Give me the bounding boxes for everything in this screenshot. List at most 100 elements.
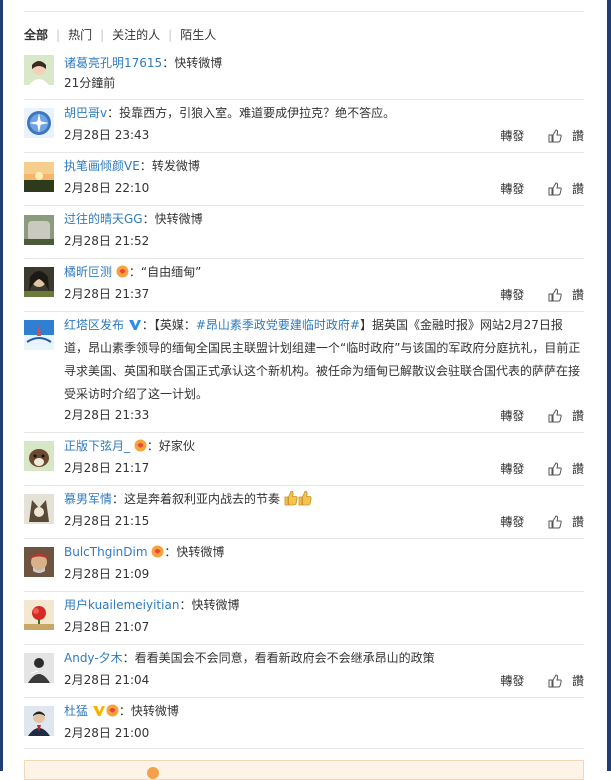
comment-actions: 轉發 讚 bbox=[500, 178, 584, 199]
thumbs-up-emoji-icon bbox=[284, 491, 298, 506]
comment-time: 21分鐘前 bbox=[64, 76, 116, 90]
verified-v-icon bbox=[128, 320, 141, 330]
comment-item: 诸葛亮孔明17615：快转微博 21分鐘前 bbox=[24, 52, 584, 100]
avatar[interactable] bbox=[24, 162, 54, 192]
comment-username[interactable]: 红塔区发布 bbox=[64, 318, 124, 332]
forward-button[interactable]: 轉發 bbox=[500, 671, 524, 691]
like-icon[interactable] bbox=[548, 461, 562, 476]
comment-separator: ： bbox=[164, 545, 177, 559]
forward-button[interactable]: 轉發 bbox=[500, 285, 524, 305]
reply-button[interactable]: 讚 bbox=[572, 126, 584, 146]
avatar[interactable] bbox=[24, 547, 54, 577]
comment-actions: 轉發 讚 bbox=[500, 458, 584, 479]
comment-username[interactable]: BulcThginDim bbox=[64, 545, 148, 559]
forward-button[interactable]: 轉發 bbox=[500, 512, 524, 532]
comment-time: 2月28日 21:04 bbox=[64, 673, 150, 687]
fan-badge-icon bbox=[151, 545, 164, 558]
comment-separator: ： bbox=[112, 492, 125, 506]
comment-text: 转发微博 bbox=[151, 159, 200, 173]
comment-username[interactable]: 橘昕叵测 bbox=[64, 265, 112, 279]
comment-time: 2月28日 23:43 bbox=[64, 128, 150, 142]
comment-text: 这是奔着叙利亚内战去的节奏 bbox=[124, 492, 281, 506]
comment-item: 用户kuailemeiyitian：快转微博 2月28日 21:07 bbox=[24, 593, 584, 645]
avatar[interactable] bbox=[24, 494, 54, 524]
tab-following[interactable]: 关注的人 bbox=[112, 26, 160, 43]
like-icon[interactable] bbox=[548, 514, 562, 529]
tab-separator: | bbox=[168, 27, 173, 42]
like-icon[interactable] bbox=[548, 181, 562, 196]
comment-username[interactable]: 执笔画倾颜VE bbox=[64, 159, 140, 173]
avatar[interactable] bbox=[24, 108, 54, 138]
comment-actions: 轉發 讚 bbox=[500, 125, 584, 146]
comment-text: 投靠西方，引狼入室。难道要成伊拉克？绝不答应。 bbox=[119, 106, 396, 120]
like-icon[interactable] bbox=[548, 128, 562, 143]
comment-actions: 轉發 讚 bbox=[500, 405, 584, 426]
left-frame bbox=[0, 0, 3, 771]
comment-item: 胡巴哥v：投靠西方，引狼入室。难道要成伊拉克？绝不答应。 2月28日 23:43… bbox=[24, 101, 584, 153]
comment-username[interactable]: 过往的晴天GG bbox=[64, 212, 143, 226]
reply-button[interactable]: 讚 bbox=[572, 459, 584, 479]
tab-all[interactable]: 全部 bbox=[24, 26, 48, 43]
comment-username[interactable]: Andy-夕木 bbox=[64, 651, 123, 665]
comment-text-prefix: 【英媒： bbox=[153, 318, 196, 332]
fan-badge-icon bbox=[106, 704, 119, 717]
comment-item: 慕男军情：这是奔着叙利亚内战去的节奏 2月28日 21:15 轉發 讚 bbox=[24, 487, 584, 539]
tab-strangers[interactable]: 陌生人 bbox=[180, 26, 216, 43]
avatar[interactable] bbox=[24, 320, 54, 350]
reply-button[interactable]: 讚 bbox=[572, 406, 584, 426]
comment-item: 过往的晴天GG：快转微博 2月28日 21:52 bbox=[24, 207, 584, 259]
forward-button[interactable]: 轉發 bbox=[500, 459, 524, 479]
reply-button[interactable]: 讚 bbox=[572, 179, 584, 199]
reply-button[interactable]: 讚 bbox=[572, 671, 584, 691]
comment-username[interactable]: 慕男军情 bbox=[64, 492, 112, 506]
reply-button[interactable]: 讚 bbox=[572, 512, 584, 532]
avatar[interactable] bbox=[24, 55, 54, 85]
avatar[interactable] bbox=[24, 706, 54, 736]
forward-button[interactable]: 轉發 bbox=[500, 406, 524, 426]
comment-separator: ： bbox=[179, 598, 192, 612]
comment-text: “自由缅甸” bbox=[140, 265, 202, 279]
comment-username[interactable]: 诸葛亮孔明17615 bbox=[64, 56, 162, 70]
comment-actions: 轉發 讚 bbox=[500, 511, 584, 532]
comment-text: 快转微博 bbox=[176, 545, 225, 559]
yellow-v-icon bbox=[92, 706, 105, 716]
comment-actions: 轉發 讚 bbox=[500, 670, 584, 691]
comment-username[interactable]: 用户kuailemeiyitian bbox=[64, 598, 179, 612]
comment-item: BulcThginDim ：快转微博 2月28日 21:09 bbox=[24, 540, 584, 592]
fan-badge-icon bbox=[116, 265, 129, 278]
tab-hot[interactable]: 热门 bbox=[68, 26, 92, 43]
forward-button[interactable]: 轉發 bbox=[500, 126, 524, 146]
comment-separator: ： bbox=[128, 265, 141, 279]
comment-item: Andy-夕木：看看美国会不会同意，看看新政府会不会继承昂山的政策 2月28日 … bbox=[24, 646, 584, 698]
comment-time: 2月28日 21:09 bbox=[64, 567, 150, 581]
comment-filter-tabs: 全部 | 热门 | 关注的人 | 陌生人 bbox=[24, 26, 216, 44]
like-icon[interactable] bbox=[548, 287, 562, 302]
thumbs-up-emoji-icon bbox=[298, 491, 312, 506]
comment-username[interactable]: 正版下弦月_ bbox=[64, 439, 130, 453]
comment-text: 看看美国会不会同意，看看新政府会不会继承昂山的政策 bbox=[134, 651, 435, 665]
comment-time: 2月28日 21:37 bbox=[64, 287, 150, 301]
comment-separator: ： bbox=[122, 651, 135, 665]
comment-separator: ： bbox=[107, 106, 120, 120]
comment-text: 好家伙 bbox=[158, 439, 195, 453]
avatar[interactable] bbox=[24, 600, 54, 630]
comment-username[interactable]: 杜猛 bbox=[64, 704, 88, 718]
comment-separator: ： bbox=[142, 212, 155, 226]
fan-badge-icon bbox=[134, 439, 147, 452]
bottom-notice-box bbox=[24, 760, 584, 780]
reply-button[interactable]: 讚 bbox=[572, 285, 584, 305]
comment-text: 快转微博 bbox=[154, 212, 203, 226]
top-divider bbox=[24, 11, 584, 12]
comment-text: 快转微博 bbox=[174, 56, 223, 70]
topic-link[interactable]: #昂山素季政党要建临时政府# bbox=[196, 318, 360, 332]
forward-button[interactable]: 轉發 bbox=[500, 179, 524, 199]
comment-time: 2月28日 21:17 bbox=[64, 461, 150, 475]
avatar[interactable] bbox=[24, 267, 54, 297]
avatar[interactable] bbox=[24, 215, 54, 245]
comment-username[interactable]: 胡巴哥v bbox=[64, 106, 107, 120]
avatar[interactable] bbox=[24, 653, 54, 683]
like-icon[interactable] bbox=[548, 408, 562, 423]
comment-item: 杜猛 ：快转微博 2月28日 21:00 bbox=[24, 699, 584, 749]
avatar[interactable] bbox=[24, 441, 54, 471]
like-icon[interactable] bbox=[548, 673, 562, 688]
